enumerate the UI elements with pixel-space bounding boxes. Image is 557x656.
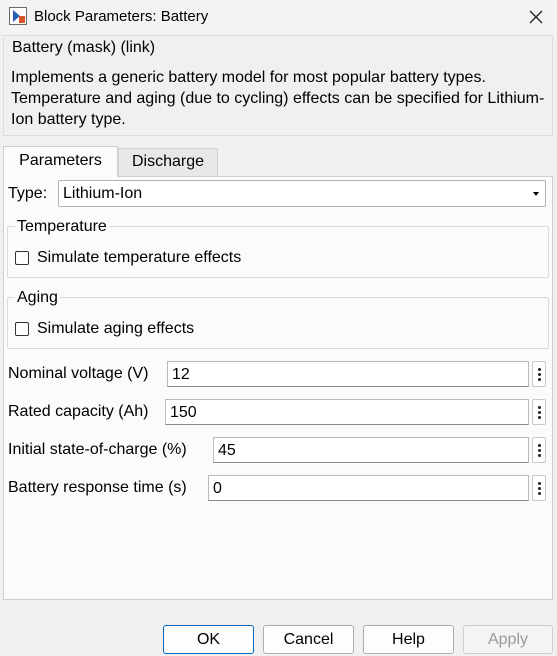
description-title: Battery (mask) (link) xyxy=(12,39,156,56)
initial-soc-input[interactable]: 45 xyxy=(213,437,529,463)
apply-button[interactable]: Apply xyxy=(463,625,553,654)
simulink-block-icon xyxy=(9,7,27,25)
tab-discharge[interactable]: Discharge xyxy=(118,148,218,176)
nominal-voltage-label: Nominal voltage (V) xyxy=(8,365,149,382)
rated-capacity-input[interactable]: 150 xyxy=(165,399,529,425)
close-icon xyxy=(529,10,543,24)
response-time-label: Battery response time (s) xyxy=(8,479,187,496)
type-dropdown-value: Lithium-Ion xyxy=(63,185,143,202)
response-time-value: 0 xyxy=(213,480,222,497)
description-text: Implements a generic battery model for m… xyxy=(11,69,545,128)
tab-parameters[interactable]: Parameters xyxy=(3,146,118,177)
title-bar: Block Parameters: Battery xyxy=(0,0,557,34)
aging-checkbox[interactable] xyxy=(15,322,29,336)
kebab-menu-icon[interactable] xyxy=(532,475,546,501)
temperature-checkbox[interactable] xyxy=(15,251,29,265)
type-label: Type: xyxy=(8,185,48,202)
kebab-menu-icon[interactable] xyxy=(532,437,546,463)
nominal-voltage-value: 12 xyxy=(172,366,190,383)
help-button[interactable]: Help xyxy=(363,625,454,654)
chevron-down-icon xyxy=(533,192,539,196)
rated-capacity-label: Rated capacity (Ah) xyxy=(8,403,149,420)
type-dropdown[interactable]: Lithium-Ion xyxy=(58,180,546,207)
kebab-menu-icon[interactable] xyxy=(532,399,546,425)
initial-soc-label: Initial state-of-charge (%) xyxy=(8,441,187,458)
rated-capacity-value: 150 xyxy=(170,404,197,421)
kebab-menu-icon[interactable] xyxy=(532,361,546,387)
aging-group-title: Aging xyxy=(15,288,60,308)
window-title: Block Parameters: Battery xyxy=(34,8,209,25)
aging-checkbox-label[interactable]: Simulate aging effects xyxy=(37,319,194,339)
response-time-input[interactable]: 0 xyxy=(208,475,529,501)
nominal-voltage-input[interactable]: 12 xyxy=(167,361,529,387)
close-button[interactable] xyxy=(522,3,550,31)
block-parameters-dialog: Block Parameters: Battery Battery (mask)… xyxy=(0,0,557,656)
ok-button[interactable]: OK xyxy=(163,625,254,654)
temperature-group-title: Temperature xyxy=(15,217,109,237)
temperature-checkbox-label[interactable]: Simulate temperature effects xyxy=(37,248,241,268)
initial-soc-value: 45 xyxy=(218,442,236,459)
cancel-button[interactable]: Cancel xyxy=(263,625,354,654)
